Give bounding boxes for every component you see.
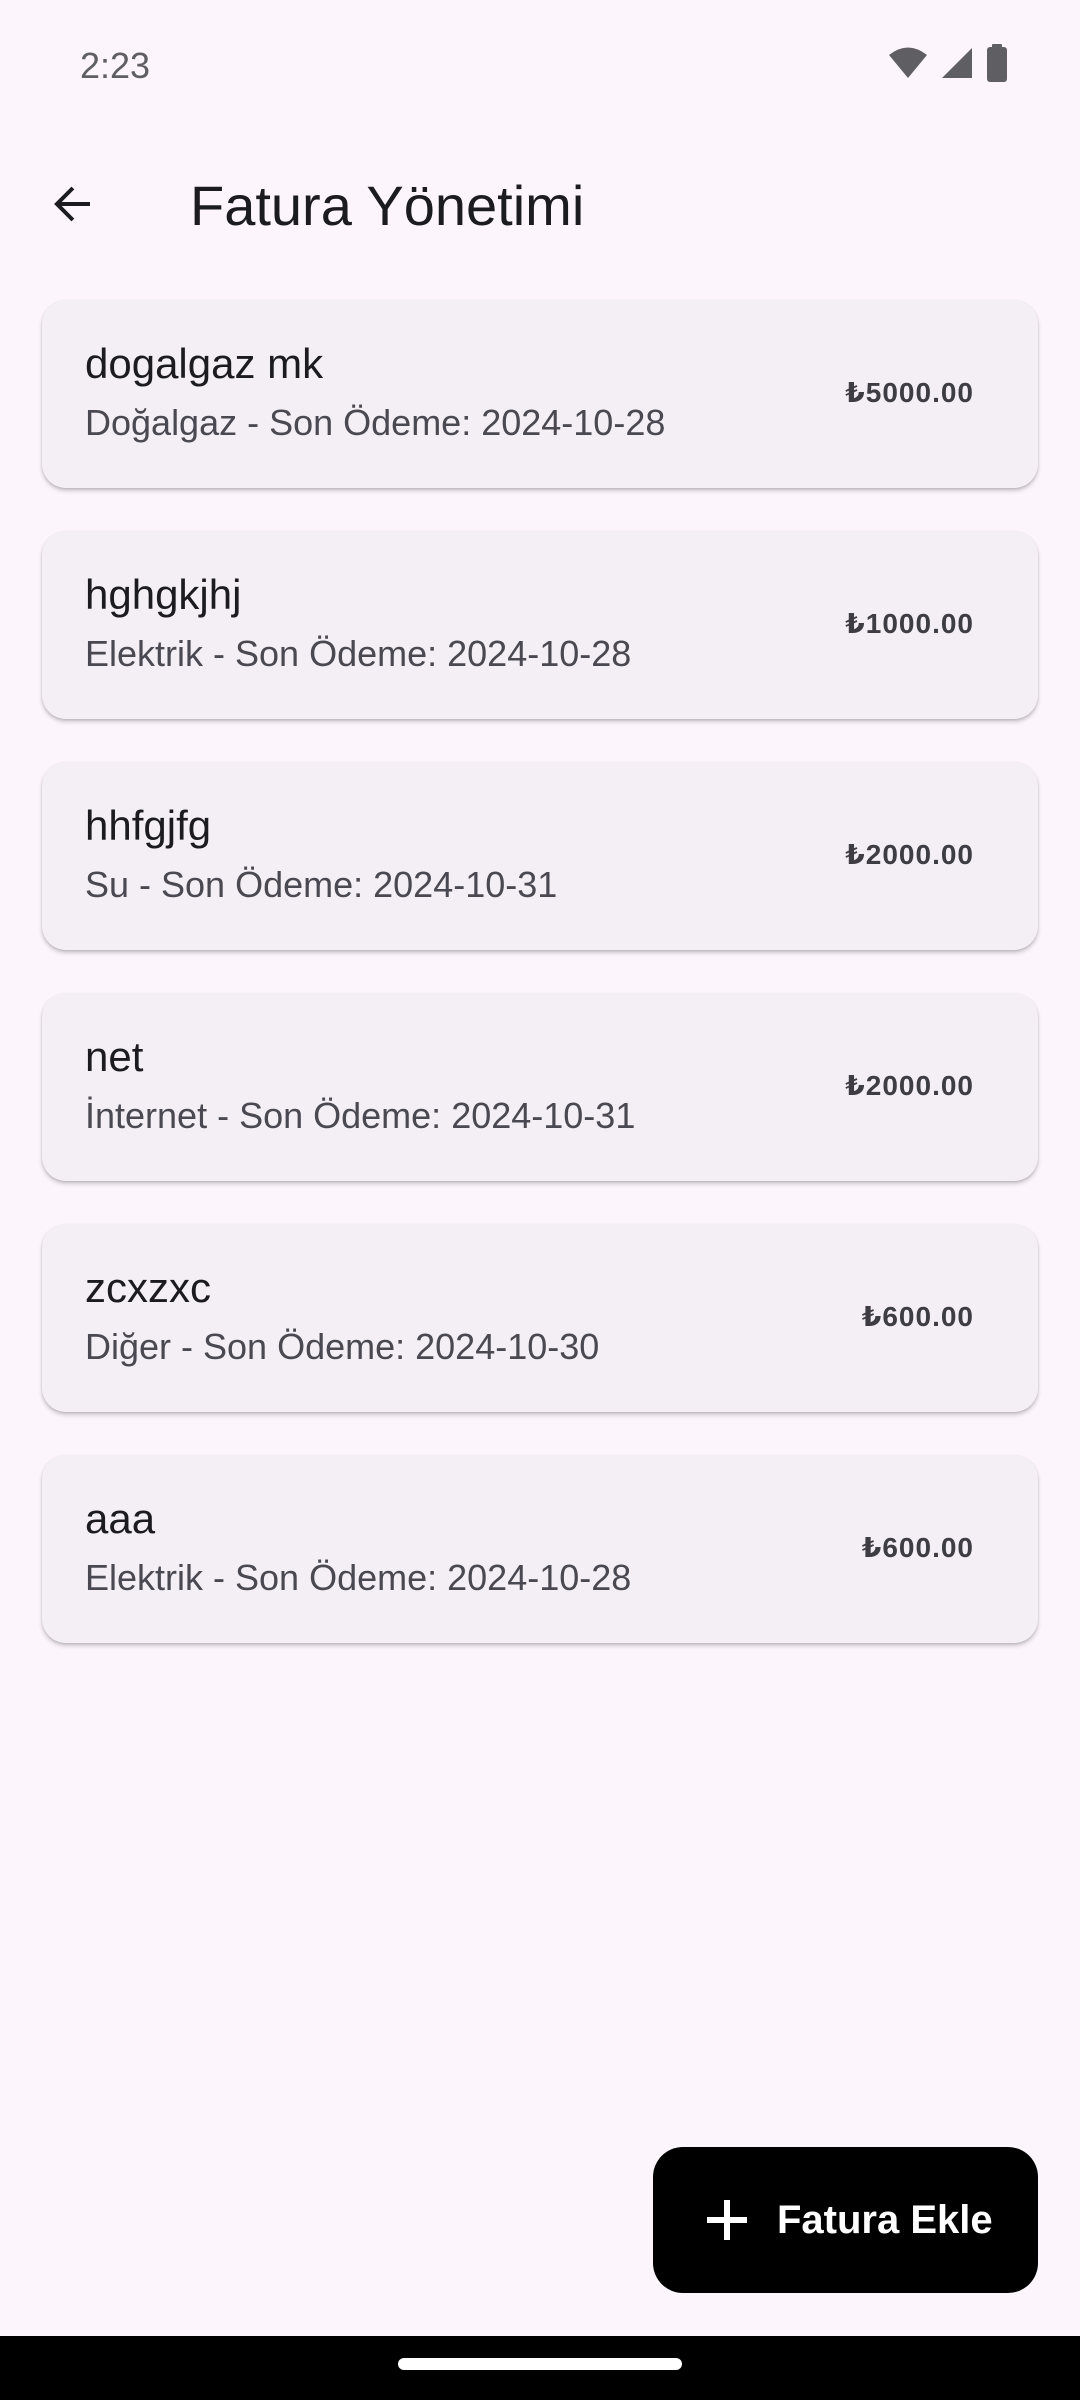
bill-amount: ₺2000.00 <box>845 839 974 870</box>
status-bar: 2:23 <box>0 0 1080 132</box>
bill-card[interactable]: aaa Elektrik - Son Ödeme: 2024-10-28 ₺60… <box>42 1455 1038 1643</box>
bill-card[interactable]: zcxzxc Diğer - Son Ödeme: 2024-10-30 ₺60… <box>42 1224 1038 1412</box>
bill-details: Elektrik - Son Ödeme: 2024-10-28 <box>85 633 632 674</box>
bill-details: Doğalgaz - Son Ödeme: 2024-10-28 <box>85 402 666 443</box>
bill-amount: ₺600.00 <box>861 1301 974 1332</box>
arrow-back-icon <box>48 180 96 233</box>
bill-name: zcxzxc <box>85 1264 211 1311</box>
bill-name: hghgkjhj <box>85 571 242 618</box>
add-bill-label: Fatura Ekle <box>777 2197 993 2242</box>
system-nav-bar <box>0 2336 1080 2400</box>
bill-card[interactable]: dogalgaz mk Doğalgaz - Son Ödeme: 2024-1… <box>42 300 1038 488</box>
bill-details: Su - Son Ödeme: 2024-10-31 <box>85 864 558 905</box>
bill-details: İnternet - Son Ödeme: 2024-10-31 <box>85 1095 636 1136</box>
status-time: 2:23 <box>80 45 151 86</box>
bill-card[interactable]: net İnternet - Son Ödeme: 2024-10-31 ₺20… <box>42 993 1038 1181</box>
bill-details: Elektrik - Son Ödeme: 2024-10-28 <box>85 1557 632 1598</box>
bill-list: dogalgaz mk Doğalgaz - Son Ödeme: 2024-1… <box>42 300 1038 1686</box>
bill-name: aaa <box>85 1495 156 1542</box>
home-gesture-handle[interactable] <box>398 2358 682 2370</box>
back-button[interactable] <box>36 170 108 242</box>
bill-amount: ₺1000.00 <box>845 608 974 639</box>
bill-name: net <box>85 1033 144 1080</box>
wifi-icon <box>888 46 928 85</box>
bill-amount: ₺600.00 <box>861 1532 974 1563</box>
bill-card[interactable]: hhfgjfg Su - Son Ödeme: 2024-10-31 ₺2000… <box>42 762 1038 950</box>
app-bar: Fatura Yönetimi <box>0 150 1080 260</box>
bill-card[interactable]: hghgkjhj Elektrik - Son Ödeme: 2024-10-2… <box>42 531 1038 719</box>
battery-icon <box>986 43 1008 87</box>
bill-name: dogalgaz mk <box>85 340 324 387</box>
add-bill-button[interactable]: Fatura Ekle <box>653 2147 1038 2293</box>
status-icons <box>888 43 1008 87</box>
bill-details: Diğer - Son Ödeme: 2024-10-30 <box>85 1326 600 1367</box>
page-title: Fatura Yönetimi <box>190 174 585 237</box>
bill-amount: ₺5000.00 <box>845 377 974 408</box>
bill-amount: ₺2000.00 <box>845 1070 974 1101</box>
bill-name: hhfgjfg <box>85 802 212 849</box>
cellular-signal-icon <box>940 46 974 85</box>
plus-icon <box>703 2196 751 2244</box>
